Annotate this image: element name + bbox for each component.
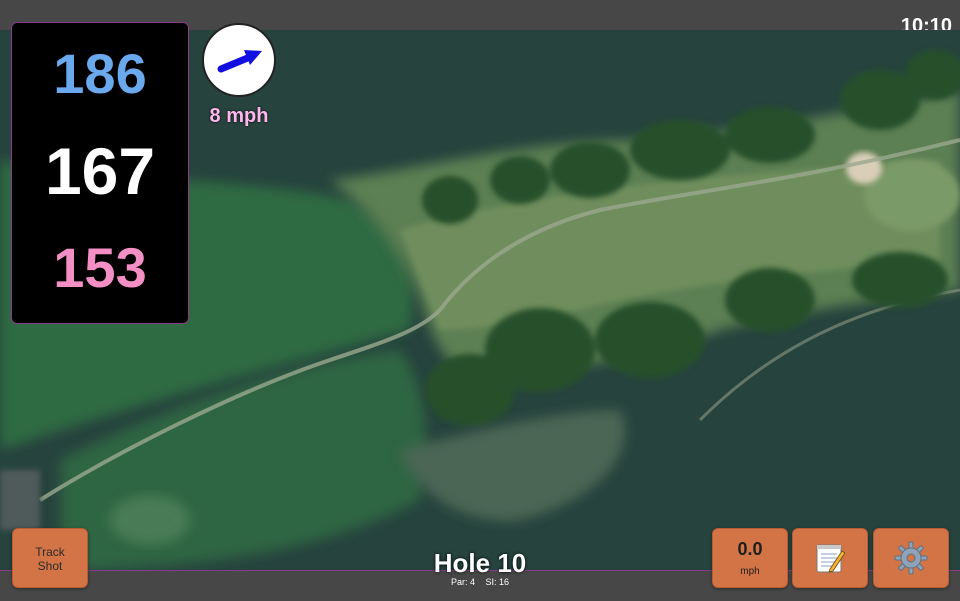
track-shot-label: Track Shot bbox=[35, 545, 65, 573]
distance-panel: 186 167 153 bbox=[11, 22, 189, 324]
speed-value: 0.0 bbox=[737, 539, 763, 559]
track-shot-button[interactable]: Track Shot bbox=[12, 528, 88, 588]
hole-details: Par: 4 SI: 16 bbox=[380, 577, 580, 587]
settings-button[interactable] bbox=[873, 528, 949, 588]
par-label: Par: 4 bbox=[450, 577, 475, 587]
wind-speed: 8 mph bbox=[209, 105, 269, 127]
hole-title: Hole 10 bbox=[433, 548, 527, 578]
gear-icon bbox=[894, 541, 928, 575]
wind-direction-arrow-icon bbox=[217, 50, 262, 73]
stroke-index-label: SI: 16 bbox=[485, 577, 510, 587]
speed-unit: mph bbox=[740, 566, 760, 577]
speed-button[interactable]: 0.0 mph bbox=[712, 528, 788, 588]
middle-distance: 167 bbox=[44, 134, 156, 208]
notepad-icon bbox=[816, 544, 845, 573]
back-distance: 186 bbox=[53, 42, 147, 105]
front-distance: 153 bbox=[53, 236, 147, 299]
notes-button[interactable] bbox=[792, 528, 868, 588]
wind-direction-dial bbox=[202, 23, 276, 97]
